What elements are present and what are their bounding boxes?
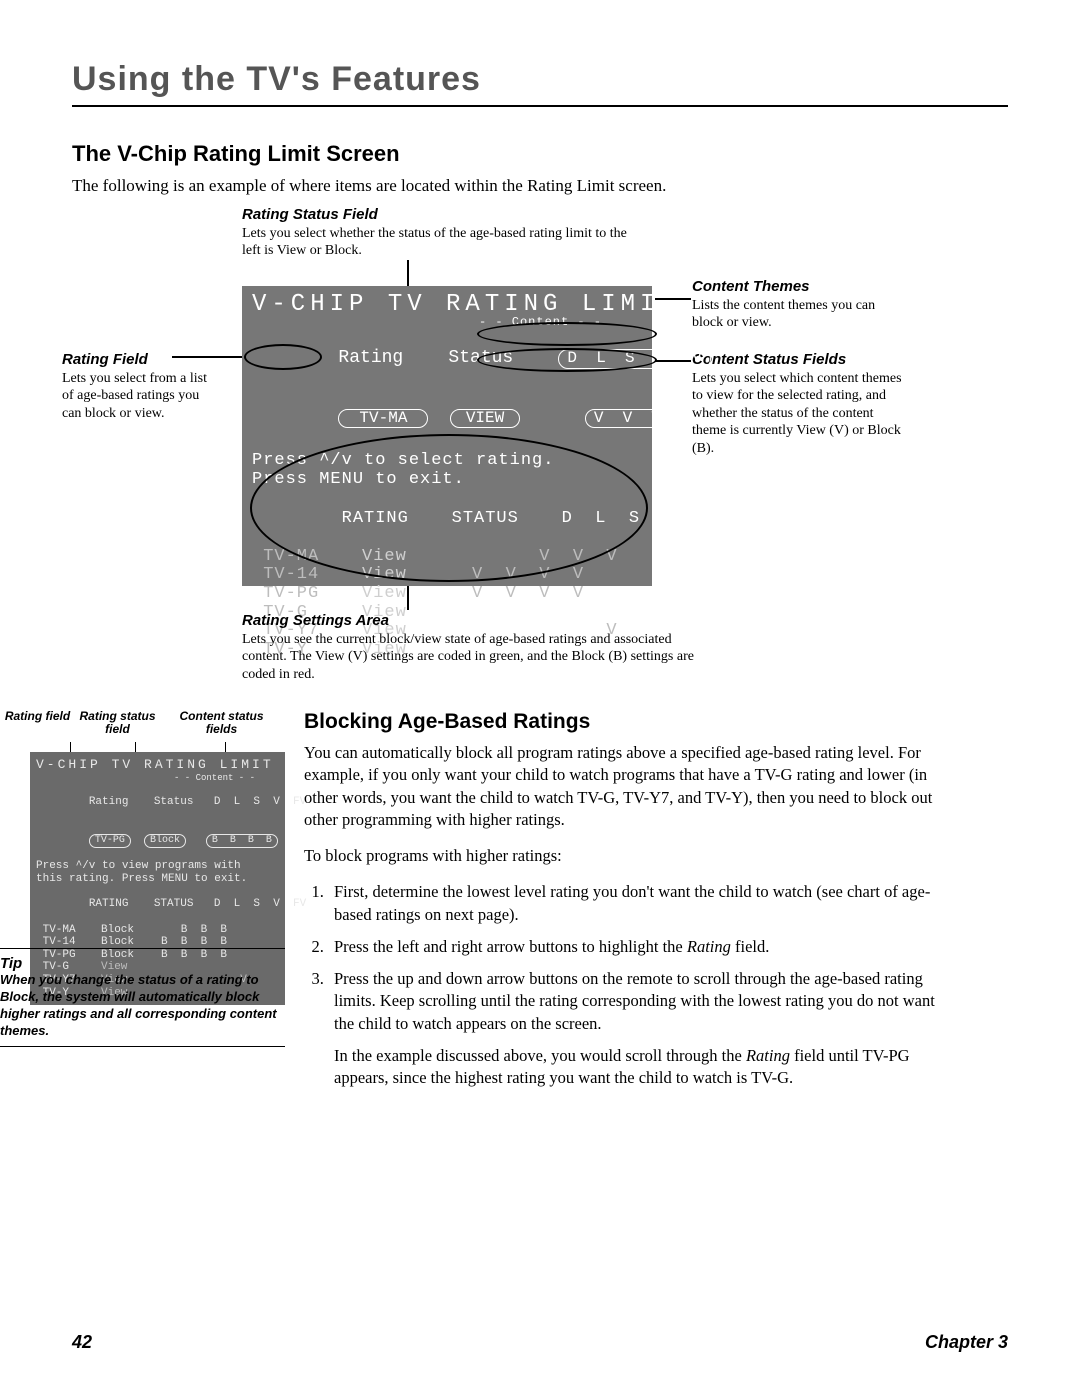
callout-rating-field: Rating Field Lets you select from a list… [62,351,222,423]
page-footer: 42 Chapter 3 [72,1332,1008,1353]
chapter-title: Using the TV's Features [72,60,1008,99]
mini-help1: Press ^/v to view programs with [36,860,279,873]
step-1: First, determine the lowest level rating… [328,881,936,926]
mhdr-status: Status [154,796,214,809]
callout-title: Rating Settings Area [242,612,712,629]
chapter-label: Chapter 3 [925,1332,1008,1353]
callout-text: Lets you select whether the status of th… [242,225,642,260]
callout-text: Lists the content themes you can block o… [692,297,892,332]
section-vchip-title: The V-Chip Rating Limit Screen [72,141,1008,167]
selected-themes-pill: V V V [585,409,670,429]
mhdr-themes: D L S V FV [214,796,306,808]
p1: You can automatically block all program … [304,742,936,831]
section-vchip-intro: The following is an example of where ite… [72,175,1008,198]
s3a: In the example discussed above, you woul… [334,1046,746,1065]
tip-rule-bottom [0,1046,285,1047]
ellipse-settings-area [250,434,648,582]
mini-title: V-CHIP TV RATING LIMIT [36,758,279,773]
ellipse-content-status [477,348,657,372]
s3: Press the up and down arrow buttons on t… [334,969,935,1033]
selected-rating-pill: TV-MA [338,409,428,429]
callout-content-status-fields: Content Status Fields Lets you select wh… [692,351,902,458]
ellipse-rating-field [244,344,322,370]
mini-help2: this rating. Press MENU to exit. [36,873,279,886]
msel-status: Block [144,834,186,848]
step-3-example: In the example discussed above, you woul… [334,1045,936,1090]
callout-content-themes: Content Themes Lists the content themes … [692,278,892,332]
callout-text: Lets you select which content themes to … [692,370,902,458]
ellipse-content-themes [477,322,657,346]
mini-selected-row: TV-PG Block B B B B [36,822,279,861]
mth-status: STATUS [154,898,214,911]
s2c: field. [731,937,770,956]
mth-rating: RATING [89,898,154,911]
tip-body: When you change the status of a rating t… [0,972,285,1040]
steps-list: First, determine the lowest level rating… [328,881,936,1089]
s3b: Rating [746,1046,790,1065]
mini-labels: Rating field Rating status field Content… [0,710,285,736]
callout-text: Lets you select from a list of age-based… [62,370,222,423]
selected-status-pill: VIEW [450,409,520,429]
section-blocking-title: Blocking Age-Based Ratings [304,710,936,734]
mhdr-rating: Rating [89,796,154,809]
p2: To block programs with higher ratings: [304,845,936,867]
tip-block: Tip When you change the status of a rati… [0,942,285,1053]
page-number: 42 [72,1332,92,1353]
title-rule [72,105,1008,107]
mini-label-rating-status: Rating status field [75,710,160,736]
mini-label-content-status: Content status fields [174,710,269,736]
tip-rule-top [0,948,285,949]
mini-table-header: RATINGSTATUSD L S V FV [36,886,279,924]
mini-header-row: RatingStatusD L S V FV [36,784,279,822]
s2a: Press the left and right arrow buttons t… [334,937,687,956]
callout-rating-status-field: Rating Status Field Lets you select whet… [242,206,642,260]
step-2: Press the left and right arrow buttons t… [328,936,936,958]
callout-title: Rating Field [62,351,222,368]
callout-title: Content Status Fields [692,351,902,368]
callout-rating-settings-area: Rating Settings Area Lets you see the cu… [242,612,712,684]
mini-content-label: - - Content - - [36,773,279,783]
tip-head: Tip [0,955,285,972]
callout-title: Content Themes [692,278,892,295]
blocking-section: Blocking Age-Based Ratings You can autom… [304,710,936,1099]
s2b: Rating [687,937,731,956]
msel-themes: B B B B [206,834,278,848]
tv-row: TV-PGViewV V V V [252,585,642,604]
mth-themes: D L S V FV [214,898,306,910]
msel-rating: TV-PG [89,834,131,848]
callout-text: Lets you see the current block/view stat… [242,631,712,684]
mini-label-rating-field: Rating field [0,710,75,736]
callout-title: Rating Status Field [242,206,642,223]
hdr-rating: Rating [338,349,448,369]
mini-row: TV-MABlock B B B [36,924,279,937]
vchip-diagram: Rating Status Field Lets you select whet… [72,216,1008,726]
step-3: Press the up and down arrow buttons on t… [328,968,936,1089]
